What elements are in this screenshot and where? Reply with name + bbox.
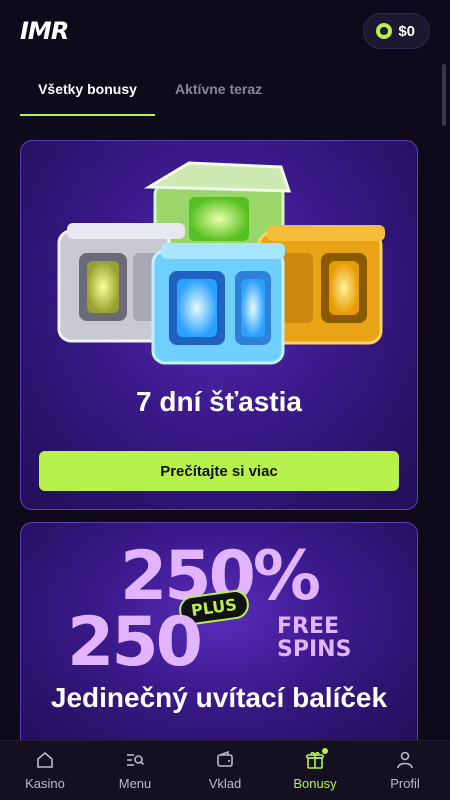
- bottom-navigation: Kasino Menu Vklad Bonusy Profil: [0, 740, 450, 800]
- nav-label: Vklad: [208, 776, 242, 791]
- balance-amount: $0: [398, 22, 415, 40]
- bonus-tabs: Všetky bonusy Aktívne teraz: [20, 62, 430, 116]
- bonus-title: 7 dní šťastia: [136, 386, 302, 417]
- notification-dot: [322, 748, 328, 754]
- free-label: FREE: [277, 614, 340, 639]
- bonus-title: Jedinečný uvítací balíček: [50, 682, 388, 713]
- nav-label: Profil: [390, 776, 420, 791]
- home-icon: [37, 751, 53, 768]
- menu-search-icon: [127, 754, 145, 766]
- balance-button[interactable]: $0: [363, 13, 430, 49]
- logo[interactable]: IMR: [20, 17, 69, 45]
- nav-label: Menu: [118, 776, 152, 791]
- bonus-list: 7 dní šťastia Prečítajte si viac 250% PL…: [20, 140, 418, 752]
- user-icon: [397, 751, 413, 769]
- tab-active-now[interactable]: Aktívne teraz: [155, 62, 282, 116]
- top-bar: IMR $0: [0, 0, 450, 62]
- nav-label: Bonusy: [293, 776, 337, 791]
- spins-label: SPINS: [277, 637, 352, 662]
- read-more-button[interactable]: Prečítajte si viac: [39, 451, 399, 491]
- promo-spins-count: 250: [67, 603, 203, 682]
- tab-all-bonuses[interactable]: Všetky bonusy: [20, 62, 155, 116]
- nav-item-menu[interactable]: Menu: [90, 750, 180, 791]
- nav-item-vklad[interactable]: Vklad: [180, 750, 270, 791]
- scrollbar[interactable]: [442, 64, 446, 126]
- bonus-card[interactable]: 250% PLUS 250 FREE SPINS Jedinečný uvíta…: [20, 522, 418, 752]
- coin-icon: [376, 23, 393, 39]
- mystery-boxes-illustration: [57, 161, 385, 365]
- nav-item-kasino[interactable]: Kasino: [0, 750, 90, 791]
- nav-item-profil[interactable]: Profil: [360, 750, 450, 791]
- wallet-icon: [217, 750, 233, 767]
- bonus-card[interactable]: 7 dní šťastia Prečítajte si viac: [20, 140, 418, 510]
- nav-label: Kasino: [25, 776, 65, 791]
- nav-item-bonusy[interactable]: Bonusy: [270, 748, 360, 791]
- free-spins-label: FREE SPINS: [277, 615, 387, 661]
